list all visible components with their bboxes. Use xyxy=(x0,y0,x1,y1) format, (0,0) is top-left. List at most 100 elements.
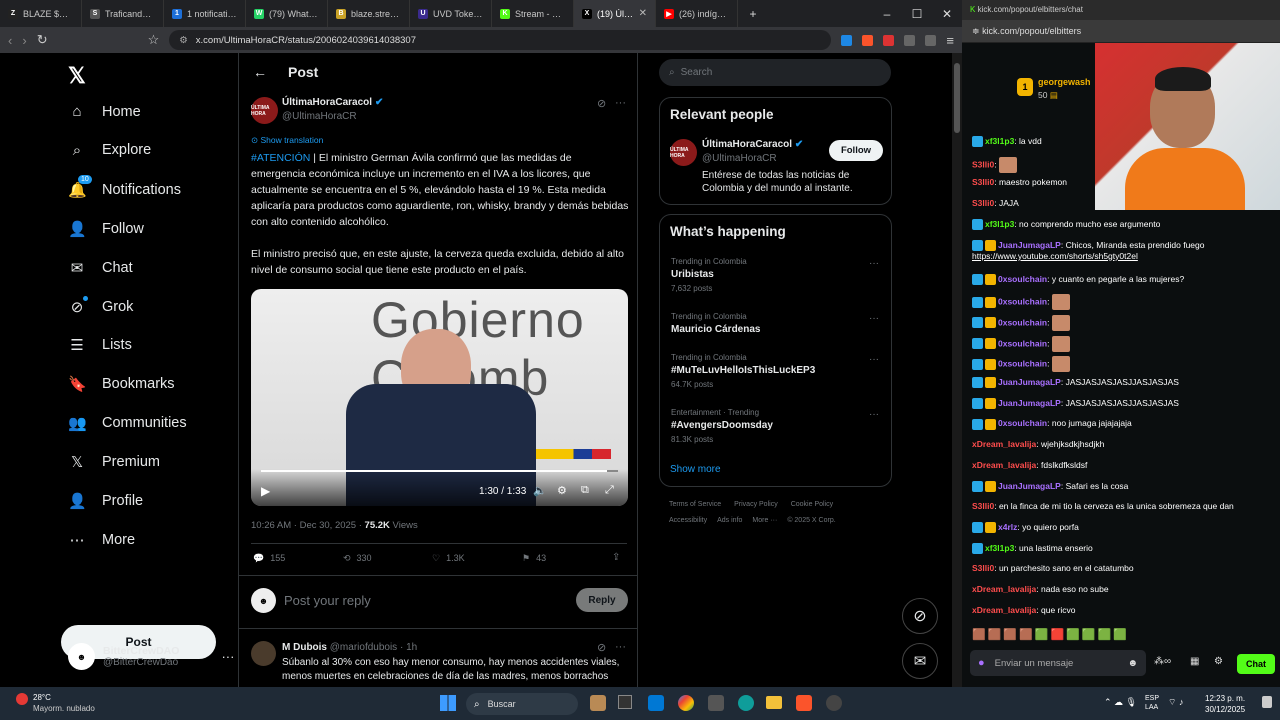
settings-gear-icon[interactable]: ⚙ xyxy=(557,484,567,497)
reply-button[interactable]: Reply xyxy=(576,588,628,612)
browser-tab[interactable]: X (19) Última ✕ xyxy=(574,0,656,27)
browser-tab[interactable]: 1 1 notification xyxy=(164,0,246,27)
nav-item-grok[interactable]: ⊘ Grok xyxy=(68,295,133,316)
close-window-icon[interactable]: ✕ xyxy=(932,7,962,21)
language-indicator[interactable]: ESP LAA xyxy=(1145,694,1159,712)
page-scrollbar[interactable] xyxy=(952,53,962,687)
chat-username[interactable]: S3lli0 xyxy=(972,501,994,511)
reply-author[interactable]: M Dubois xyxy=(282,642,327,653)
taskbar-search[interactable]: ⌕ Buscar xyxy=(466,693,578,715)
tray-network-volume[interactable]: ⌔ ♪ xyxy=(1168,697,1183,708)
brave-icon[interactable] xyxy=(796,695,812,711)
chat-username[interactable]: 0xsoulchain xyxy=(998,296,1047,306)
search-box[interactable]: ⌕ Search xyxy=(659,59,891,86)
weather-icon[interactable] xyxy=(16,693,28,705)
browser-tab[interactable]: ▶ (26) indígenas b xyxy=(656,0,738,27)
chat-username[interactable]: 0xsoulchain xyxy=(998,338,1047,348)
pip-icon[interactable]: ⧉ xyxy=(581,484,589,497)
chat-username[interactable]: S3lli0 xyxy=(972,177,994,187)
browser-tab[interactable]: Z BLAZE $0.00558 xyxy=(0,0,82,27)
send-chat-button[interactable]: Chat xyxy=(1237,654,1275,674)
show-translation-link[interactable]: ⊙ Show translation xyxy=(251,135,323,146)
gift-icon[interactable]: ▦ xyxy=(1190,656,1199,667)
video-progress-track[interactable] xyxy=(261,470,618,472)
show-more-link[interactable]: Show more xyxy=(670,464,721,475)
chat-username[interactable]: JuanJumagaLP xyxy=(998,240,1061,250)
footer-link[interactable]: Cookie Policy xyxy=(791,501,833,508)
taskbar-app-icon[interactable] xyxy=(678,695,694,711)
x-logo-icon[interactable]: 𝕏 xyxy=(68,63,86,89)
browser-tab[interactable]: W (79) WhatsApp xyxy=(246,0,328,27)
browser-tab[interactable]: S Traficando A xyxy=(82,0,164,27)
author-avatar[interactable]: ÚLTIMA HORA xyxy=(251,97,278,124)
more-dots-icon[interactable]: ··· xyxy=(615,641,626,653)
browser-tab[interactable]: K Stream - Kick xyxy=(492,0,574,27)
extension-icon[interactable] xyxy=(883,34,895,46)
chat-username[interactable]: JuanJumagaLP xyxy=(998,398,1061,408)
hashtag-link[interactable]: #ATENCIÓN xyxy=(251,152,310,164)
volume-icon[interactable]: 🔈 xyxy=(533,484,547,497)
nav-item-profile[interactable]: 👤 Profile xyxy=(68,492,143,510)
chat-link[interactable]: https://www.youtube.com/shorts/sh5gty0t2… xyxy=(972,251,1138,261)
new-tab-button[interactable]: + xyxy=(738,7,768,21)
footer-link[interactable]: Accessibility xyxy=(669,517,707,524)
fullscreen-icon[interactable]: ⤢ xyxy=(605,484,614,497)
trend-item[interactable]: Trending in Colombia Mauricio Cárdenas xyxy=(671,312,886,335)
maximize-icon[interactable]: ☐ xyxy=(902,7,932,21)
reply-avatar[interactable] xyxy=(251,641,276,666)
nav-item-notifications[interactable]: 🔔 10 Notifications xyxy=(68,174,181,199)
chat-username[interactable]: S3lli0 xyxy=(972,198,994,208)
nav-item-follow[interactable]: 👤 Follow xyxy=(68,220,144,238)
browser-tab[interactable]: Bblaze.stream/st xyxy=(328,0,410,27)
play-icon[interactable]: ▶ xyxy=(261,484,270,498)
chat-username[interactable]: xf3l1p3 xyxy=(985,219,1014,229)
more-dots-icon[interactable]: ··· xyxy=(869,258,879,269)
extension-icon[interactable] xyxy=(841,34,853,46)
chat-username[interactable]: 0xsoulchain xyxy=(998,359,1047,369)
bookmark-star-icon[interactable]: ☆ xyxy=(148,32,160,48)
grok-icon[interactable]: ⊘ xyxy=(597,641,606,654)
more-dots-icon[interactable]: ··· xyxy=(869,313,879,324)
nav-item-lists[interactable]: ☰ Lists xyxy=(68,336,132,354)
grok-fab-icon[interactable]: ⊘ xyxy=(902,598,938,634)
back-arrow-icon[interactable]: ← xyxy=(253,64,267,80)
browser-tab[interactable]: U UVD Token | Av xyxy=(410,0,492,27)
footer-link[interactable]: More ··· xyxy=(752,517,777,524)
chat-username[interactable]: S3lli0 xyxy=(972,159,994,169)
person-avatar[interactable]: ÚLTIMA HORA xyxy=(670,139,697,166)
chat-username[interactable]: S3lli0 xyxy=(972,563,994,573)
video-player[interactable]: Gobierno Colomb ▶ 1:30 / 1:33 🔈 ⚙ ⧉ ⤢ xyxy=(251,289,628,506)
chat-username[interactable]: 0xsoulchain xyxy=(998,274,1047,284)
nav-item-more[interactable]: ⋯ More xyxy=(68,531,136,549)
kick-extras-icon[interactable]: ⁂∞ xyxy=(1154,656,1171,667)
emote-bar[interactable]: 🟫🟫🟫🟫🟩🟥🟩🟩🟩🟩 xyxy=(972,628,1129,641)
extensions-puzzle-icon[interactable] xyxy=(904,34,916,46)
footer-link[interactable]: Privacy Policy xyxy=(734,501,778,508)
brave-shield-icon[interactable] xyxy=(862,34,874,46)
more-dots-icon[interactable]: ··· xyxy=(869,354,879,365)
kick-address[interactable]: ≑ kick.com/popout/elbitters xyxy=(962,20,1280,42)
grok-icon[interactable]: ⊘ xyxy=(597,97,606,110)
forward-icon[interactable]: › xyxy=(22,33,26,48)
reply-action[interactable]: 💬 155 xyxy=(253,553,285,564)
reload-icon[interactable]: ↻ xyxy=(37,32,48,48)
bookmark-action[interactable]: ⚑ 43 xyxy=(522,553,546,564)
messages-fab-icon[interactable]: ✉ xyxy=(902,643,938,679)
footer-link[interactable]: Ads info xyxy=(717,517,742,524)
footer-link[interactable]: © 2025 X Corp. xyxy=(787,517,835,524)
minimize-icon[interactable]: – xyxy=(872,7,902,21)
windows-start-icon[interactable] xyxy=(440,695,456,711)
mic-icon[interactable]: ● xyxy=(978,657,985,669)
nav-item-bookmarks[interactable]: 🔖 Bookmarks xyxy=(68,375,175,393)
reply-input[interactable]: Post your reply xyxy=(284,593,371,608)
file-explorer-icon[interactable] xyxy=(766,696,782,709)
trend-item[interactable]: Trending in Colombia #MuTeLuvHelloIsThisL… xyxy=(671,353,886,389)
chat-username[interactable]: JuanJumagaLP xyxy=(998,377,1061,387)
more-dots-icon[interactable]: ··· xyxy=(869,409,879,420)
like-action[interactable]: ♡ 1.3K xyxy=(432,553,465,564)
chat-username[interactable]: xDream_lavalija xyxy=(972,439,1036,449)
trend-item[interactable]: Trending in Colombia Uribistas 7,632 posts xyxy=(671,257,886,293)
chat-username[interactable]: 0xsoulchain xyxy=(998,317,1047,327)
chat-username[interactable]: x4rlz xyxy=(998,522,1017,532)
repost-action[interactable]: ⟲ 330 xyxy=(343,553,372,564)
